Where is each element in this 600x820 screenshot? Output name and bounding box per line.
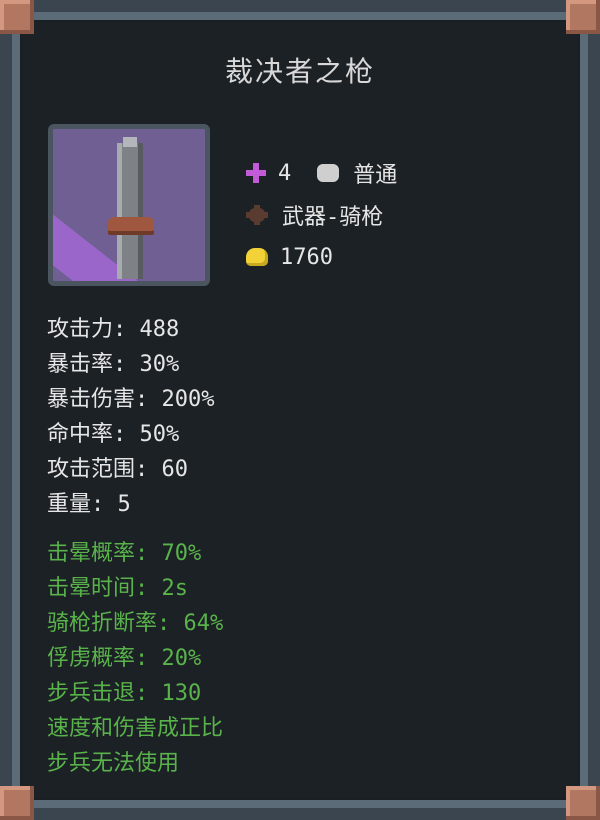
bonus-line: 速度和伤害成正比	[47, 716, 224, 741]
gold-coin-icon	[246, 248, 268, 266]
bonus-line: 击晕时间: 2s	[47, 576, 188, 601]
stat-row: 攻击力: 488	[47, 317, 180, 342]
stat-row: 暴击率: 30%	[47, 352, 180, 377]
item-rarity: 普通	[353, 163, 398, 188]
item-level: 4	[278, 160, 292, 186]
weapon-type-icon	[246, 205, 268, 225]
lance-shaft	[117, 143, 143, 279]
bonus-line: 击晕概率: 70%	[47, 541, 202, 566]
stat-label: 攻击力	[47, 317, 114, 342]
item-meta: 4 普通 武器-骑枪 1760	[246, 152, 397, 278]
frame-corner-top-left	[0, 0, 34, 34]
stat-value: 30%	[139, 352, 180, 377]
item-title: 裁决者之枪	[224, 55, 375, 88]
stat-row: 命中率: 50%	[47, 422, 180, 447]
bonus-list: 击晕概率: 70% 击晕时间: 2s 骑枪折断率: 64% 俘虏概率: 20% …	[47, 536, 223, 781]
grey-rarity-icon	[317, 164, 340, 182]
bonus-line: 步兵无法使用	[47, 751, 180, 776]
purple-star-icon	[246, 163, 266, 183]
stat-label: 重量	[47, 492, 92, 517]
stat-value: 60	[161, 457, 189, 482]
stat-value: 488	[139, 317, 180, 342]
frame-corner-bottom-right	[566, 786, 600, 820]
meta-price-row: 1760	[246, 236, 397, 278]
stat-label: 暴击伤害	[47, 387, 136, 412]
stat-value: 50%	[139, 422, 180, 447]
lance-tip	[123, 137, 137, 147]
bonus-line: 步兵击退: 130	[47, 681, 202, 706]
stat-value: 200%	[161, 387, 215, 412]
bonus-line: 骑枪折断率: 64%	[47, 611, 224, 636]
stat-row: 重量: 5	[47, 492, 131, 517]
item-tooltip-panel: 裁决者之枪 4 普通 武器-骑枪 1760 攻击力: 488 暴击率: 30% …	[0, 0, 600, 820]
lance-item-icon	[48, 124, 210, 286]
stat-label: 命中率	[47, 422, 114, 447]
frame-corner-top-right	[566, 0, 600, 34]
stat-row: 暴击伤害: 200%	[47, 387, 215, 412]
meta-level-rarity-row: 4 普通	[246, 152, 397, 194]
meta-type-row: 武器-骑枪	[246, 194, 397, 236]
stat-label: 暴击率	[47, 352, 114, 377]
stat-row: 攻击范围: 60	[47, 457, 189, 482]
stat-value: 5	[117, 492, 131, 517]
lance-guard	[108, 217, 154, 235]
stats-list: 攻击力: 488 暴击率: 30% 暴击伤害: 200% 命中率: 50% 攻击…	[47, 312, 215, 522]
frame-corner-bottom-left	[0, 786, 34, 820]
item-price: 1760	[280, 244, 333, 270]
stat-label: 攻击范围	[47, 457, 136, 482]
item-type: 武器-骑枪	[282, 205, 384, 230]
bonus-line: 俘虏概率: 20%	[47, 646, 202, 671]
